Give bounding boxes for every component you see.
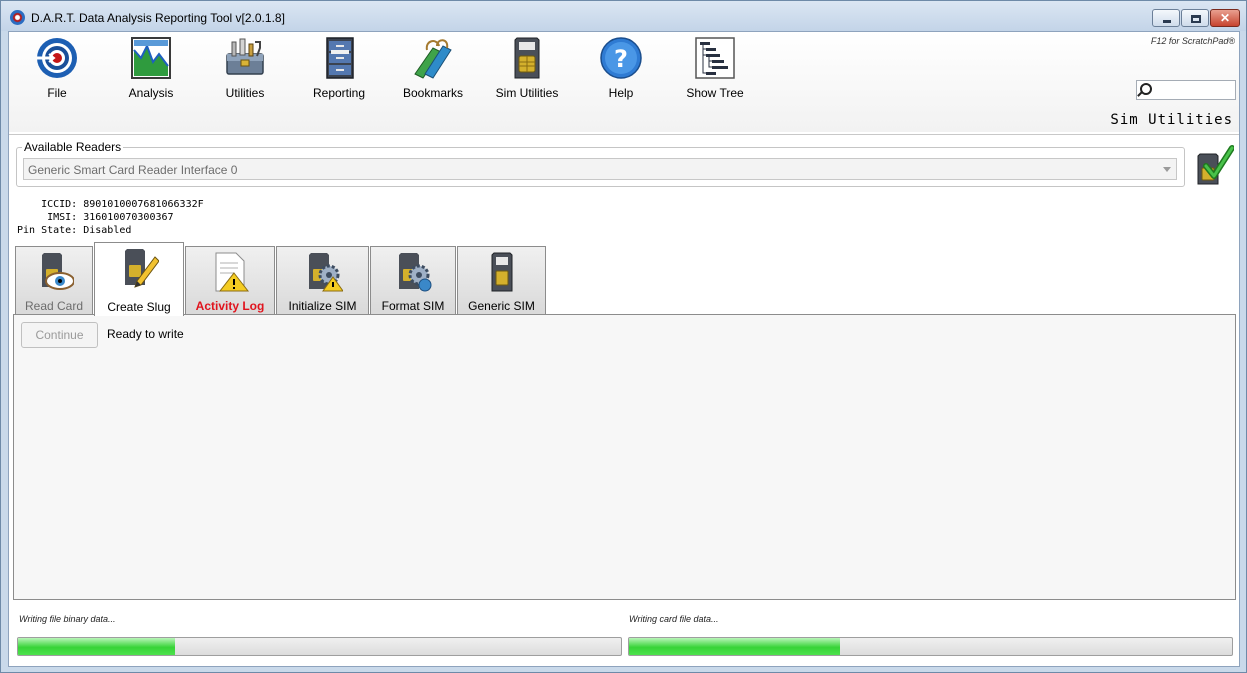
sim-card-icon bbox=[514, 37, 540, 79]
tab-format-sim[interactable]: Format SIM bbox=[370, 246, 456, 315]
analysis-chart-icon bbox=[131, 37, 171, 79]
toolbar-file-label: File bbox=[47, 86, 67, 100]
toolbar-help-label: Help bbox=[608, 86, 634, 100]
tab-create-slug[interactable]: Create Slug bbox=[94, 242, 184, 316]
main-toolbar: File Analysis Utilities Reporting Bookma… bbox=[9, 32, 1239, 132]
chevron-down-icon bbox=[1163, 167, 1171, 172]
app-logo-icon bbox=[10, 10, 25, 25]
generic-sim-icon bbox=[491, 252, 512, 292]
toolbar-analysis-label: Analysis bbox=[128, 86, 174, 100]
binary-progress-fill bbox=[18, 638, 175, 655]
tab-read-card[interactable]: Read Card bbox=[15, 246, 93, 315]
header-divider bbox=[9, 134, 1239, 135]
toolbar-utilities-button[interactable]: Utilities bbox=[205, 36, 285, 106]
toolbar-sim-utilities-label: Sim Utilities bbox=[495, 86, 559, 100]
toolbar-bookmarks-label: Bookmarks bbox=[402, 86, 464, 100]
tab-format-sim-label: Format SIM bbox=[381, 299, 445, 313]
available-readers-legend: Available Readers bbox=[22, 140, 124, 154]
title-bar[interactable]: D.A.R.T. Data Analysis Reporting Tool v[… bbox=[1, 1, 1246, 31]
maximize-button[interactable] bbox=[1181, 9, 1209, 27]
toolbar-analysis-button[interactable]: Analysis bbox=[111, 36, 191, 106]
toolbar-show-tree-button[interactable]: Show Tree bbox=[675, 36, 755, 106]
close-icon: ✕ bbox=[1219, 11, 1231, 25]
sim-info-text: ICCID: 8901010007681066332F IMSI: 316010… bbox=[17, 199, 204, 236]
status-text: Ready to write bbox=[107, 327, 184, 341]
minimize-icon bbox=[1163, 20, 1171, 23]
file-target-icon bbox=[37, 38, 77, 78]
help-icon: ? bbox=[600, 37, 642, 79]
apply-reader-button[interactable] bbox=[1192, 144, 1234, 186]
card-progress-label: Writing card file data... bbox=[629, 614, 719, 624]
toolbox-icon bbox=[226, 38, 264, 75]
card-progress-bar bbox=[628, 637, 1233, 656]
tab-activity-log-label: Activity Log bbox=[195, 299, 265, 313]
toolbar-sim-utilities-button[interactable]: Sim Utilities bbox=[487, 36, 567, 106]
tree-icon bbox=[695, 37, 735, 79]
toolbar-reporting-button[interactable]: Reporting bbox=[299, 36, 379, 106]
window-title: D.A.R.T. Data Analysis Reporting Tool v[… bbox=[31, 11, 285, 25]
svg-text:?: ? bbox=[614, 45, 628, 73]
create-slug-panel: Continue Ready to write bbox=[13, 314, 1236, 600]
toolbar-utilities-label: Utilities bbox=[225, 86, 265, 100]
continue-button[interactable]: Continue bbox=[21, 322, 98, 348]
sim-gear-warning-icon bbox=[308, 253, 343, 292]
binary-progress-bar bbox=[17, 637, 622, 656]
toolbar-show-tree-label: Show Tree bbox=[686, 86, 744, 100]
maximize-icon bbox=[1191, 15, 1201, 23]
card-progress-fill bbox=[629, 638, 841, 655]
application-window: D.A.R.T. Data Analysis Reporting Tool v[… bbox=[0, 0, 1247, 673]
section-title: Sim Utilities bbox=[1110, 112, 1233, 128]
sim-gear-icon bbox=[399, 253, 432, 292]
toolbar-file-button[interactable]: File bbox=[17, 36, 97, 106]
tab-generic-sim[interactable]: Generic SIM bbox=[457, 246, 546, 315]
toolbar-help-button[interactable]: ? Help bbox=[581, 36, 661, 106]
tab-create-slug-label: Create Slug bbox=[107, 300, 171, 314]
close-button[interactable]: ✕ bbox=[1210, 9, 1240, 27]
sim-pencil-icon bbox=[125, 249, 159, 288]
search-input[interactable] bbox=[1136, 80, 1236, 100]
search-icon bbox=[1140, 83, 1152, 95]
reader-select-value: Generic Smart Card Reader Interface 0 bbox=[28, 163, 238, 177]
toolbar-reporting-label: Reporting bbox=[312, 86, 366, 100]
tab-generic-sim-label: Generic SIM bbox=[468, 299, 535, 313]
toolbar-bookmarks-button[interactable]: Bookmarks bbox=[393, 36, 473, 106]
binary-progress-label: Writing file binary data... bbox=[19, 614, 116, 624]
tab-initialize-sim-label: Initialize SIM bbox=[288, 299, 357, 313]
filing-cabinet-icon bbox=[326, 37, 354, 79]
client-area: File Analysis Utilities Reporting Bookma… bbox=[8, 31, 1240, 667]
scratchpad-hint: F12 for ScratchPad® bbox=[1150, 36, 1235, 46]
minimize-button[interactable] bbox=[1152, 9, 1180, 27]
tab-read-card-label: Read Card bbox=[24, 299, 84, 313]
log-warning-icon bbox=[215, 252, 250, 292]
bookmarks-icon bbox=[414, 39, 452, 79]
sim-eye-icon bbox=[42, 253, 74, 290]
reader-select[interactable]: Generic Smart Card Reader Interface 0 bbox=[23, 158, 1177, 180]
tab-initialize-sim[interactable]: Initialize SIM bbox=[276, 246, 369, 315]
tab-activity-log[interactable]: Activity Log bbox=[185, 246, 275, 315]
